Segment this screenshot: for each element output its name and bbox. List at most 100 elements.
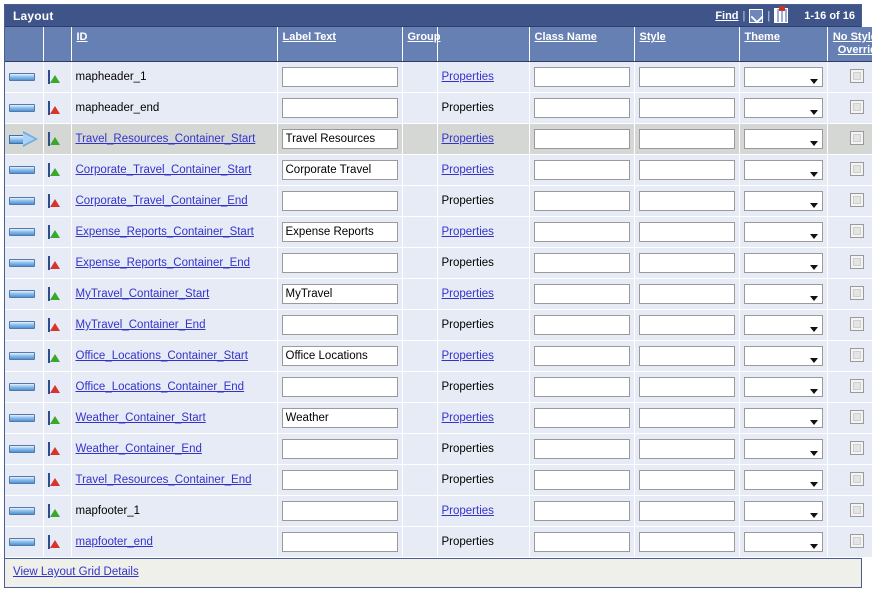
row-label-text-cell[interactable] (277, 371, 403, 403)
row-style-cell[interactable] (634, 247, 740, 279)
row-class-name-cell[interactable] (529, 371, 635, 403)
row-label-text-cell[interactable] (277, 278, 403, 310)
class-name-input[interactable] (533, 160, 630, 180)
class-name-input[interactable] (533, 98, 630, 118)
properties-link[interactable]: Properties (442, 164, 494, 176)
table-row[interactable]: Corporate_Travel_Container_End Properties (5, 185, 872, 217)
row-style-cell[interactable] (634, 309, 740, 341)
row-id-cell[interactable]: Weather_Container_End (71, 433, 278, 465)
column-header-class-name-label[interactable]: Class Name (535, 31, 597, 44)
row-class-name-cell[interactable] (529, 123, 635, 155)
row-theme-cell[interactable] (739, 216, 828, 248)
row-select-dash-icon[interactable] (9, 445, 35, 453)
row-no-styles-override-cell[interactable] (827, 92, 872, 124)
column-header-no-styles-override[interactable]: No Styles Override (827, 27, 872, 62)
row-select-dash-icon[interactable] (9, 352, 35, 360)
properties-link[interactable]: Properties (442, 133, 494, 145)
theme-select[interactable] (743, 439, 823, 459)
theme-select-wrapper[interactable] (743, 408, 823, 428)
row-label-text-cell[interactable] (277, 61, 403, 93)
style-input[interactable] (638, 315, 735, 335)
row-style-cell[interactable] (634, 402, 740, 434)
row-id-cell[interactable]: Office_Locations_Container_Start (71, 340, 278, 372)
row-no-styles-override-cell[interactable] (827, 247, 872, 279)
label-text-input[interactable] (281, 67, 398, 87)
row-label-text-cell[interactable] (277, 464, 403, 496)
row-class-name-cell[interactable] (529, 278, 635, 310)
row-no-styles-override-cell[interactable] (827, 309, 872, 341)
row-select-dash-icon[interactable] (9, 259, 35, 267)
row-class-name-cell[interactable] (529, 340, 635, 372)
theme-select[interactable] (743, 67, 823, 87)
row-id-cell[interactable]: Expense_Reports_Container_End (71, 247, 278, 279)
row-select-dash-icon[interactable] (9, 321, 35, 329)
style-input[interactable] (638, 160, 735, 180)
row-id-link[interactable]: Weather_Container_End (76, 443, 202, 455)
table-row[interactable]: mapheader_end Properties (5, 92, 872, 124)
row-select-dash-icon[interactable] (9, 290, 35, 298)
no-styles-override-checkbox[interactable] (850, 254, 865, 269)
class-name-input[interactable] (533, 222, 630, 242)
class-name-input[interactable] (533, 439, 630, 459)
row-style-cell[interactable] (634, 92, 740, 124)
class-name-input[interactable] (533, 501, 630, 521)
row-style-cell[interactable] (634, 526, 740, 558)
row-select-cell[interactable] (5, 433, 44, 465)
row-id-cell[interactable]: Expense_Reports_Container_Start (71, 216, 278, 248)
row-select-cell[interactable] (5, 309, 44, 341)
row-no-styles-override-cell[interactable] (827, 123, 872, 155)
column-header-style[interactable]: Style (634, 27, 740, 62)
theme-select-wrapper[interactable] (743, 315, 823, 335)
row-id-link[interactable]: Weather_Container_Start (76, 412, 206, 424)
theme-select-wrapper[interactable] (743, 439, 823, 459)
row-theme-cell[interactable] (739, 526, 828, 558)
row-no-styles-override-cell[interactable] (827, 216, 872, 248)
column-header-label-text[interactable]: Label Text (277, 27, 403, 62)
style-input[interactable] (638, 532, 735, 552)
no-styles-override-checkbox[interactable] (850, 99, 865, 114)
row-style-cell[interactable] (634, 61, 740, 93)
theme-select-wrapper[interactable] (743, 67, 823, 87)
theme-select[interactable] (743, 315, 823, 335)
row-select-dash-icon[interactable] (9, 166, 35, 174)
row-theme-cell[interactable] (739, 433, 828, 465)
row-select-cell[interactable] (5, 247, 44, 279)
properties-link[interactable]: Properties (442, 505, 494, 517)
no-styles-override-checkbox[interactable] (850, 378, 865, 393)
row-class-name-cell[interactable] (529, 61, 635, 93)
row-no-styles-override-cell[interactable] (827, 526, 872, 558)
theme-select[interactable] (743, 129, 823, 149)
row-theme-cell[interactable] (739, 464, 828, 496)
theme-select-wrapper[interactable] (743, 501, 823, 521)
row-select-dash-icon[interactable] (9, 414, 35, 422)
properties-link[interactable]: Properties (442, 412, 494, 424)
style-input[interactable] (638, 501, 735, 521)
row-label-text-cell[interactable] (277, 247, 403, 279)
column-header-label-text-label[interactable]: Label Text (283, 31, 337, 44)
row-id-cell[interactable]: mapfooter_end (71, 526, 278, 558)
theme-select-wrapper[interactable] (743, 377, 823, 397)
label-text-input[interactable] (281, 315, 398, 335)
class-name-input[interactable] (533, 346, 630, 366)
row-no-styles-override-cell[interactable] (827, 154, 872, 186)
row-class-name-cell[interactable] (529, 526, 635, 558)
row-properties-cell[interactable]: Properties (437, 402, 530, 434)
table-row[interactable]: mapfooter_1 Properties (5, 495, 872, 527)
theme-select[interactable] (743, 470, 823, 490)
class-name-input[interactable] (533, 253, 630, 273)
table-row[interactable]: Weather_Container_End Properties (5, 433, 872, 465)
no-styles-override-checkbox[interactable] (850, 68, 865, 83)
class-name-input[interactable] (533, 129, 630, 149)
row-id-link[interactable]: Travel_Resources_Container_End (76, 474, 252, 486)
class-name-input[interactable] (533, 315, 630, 335)
row-id-link[interactable]: Expense_Reports_Container_Start (76, 226, 254, 238)
style-input[interactable] (638, 222, 735, 242)
row-id-cell[interactable]: MyTravel_Container_End (71, 309, 278, 341)
label-text-input[interactable] (281, 470, 398, 490)
style-input[interactable] (638, 284, 735, 304)
row-select-cell[interactable] (5, 92, 44, 124)
row-label-text-cell[interactable] (277, 216, 403, 248)
row-id-link[interactable]: MyTravel_Container_Start (76, 288, 210, 300)
label-text-input[interactable] (281, 346, 398, 366)
label-text-input[interactable] (281, 253, 398, 273)
